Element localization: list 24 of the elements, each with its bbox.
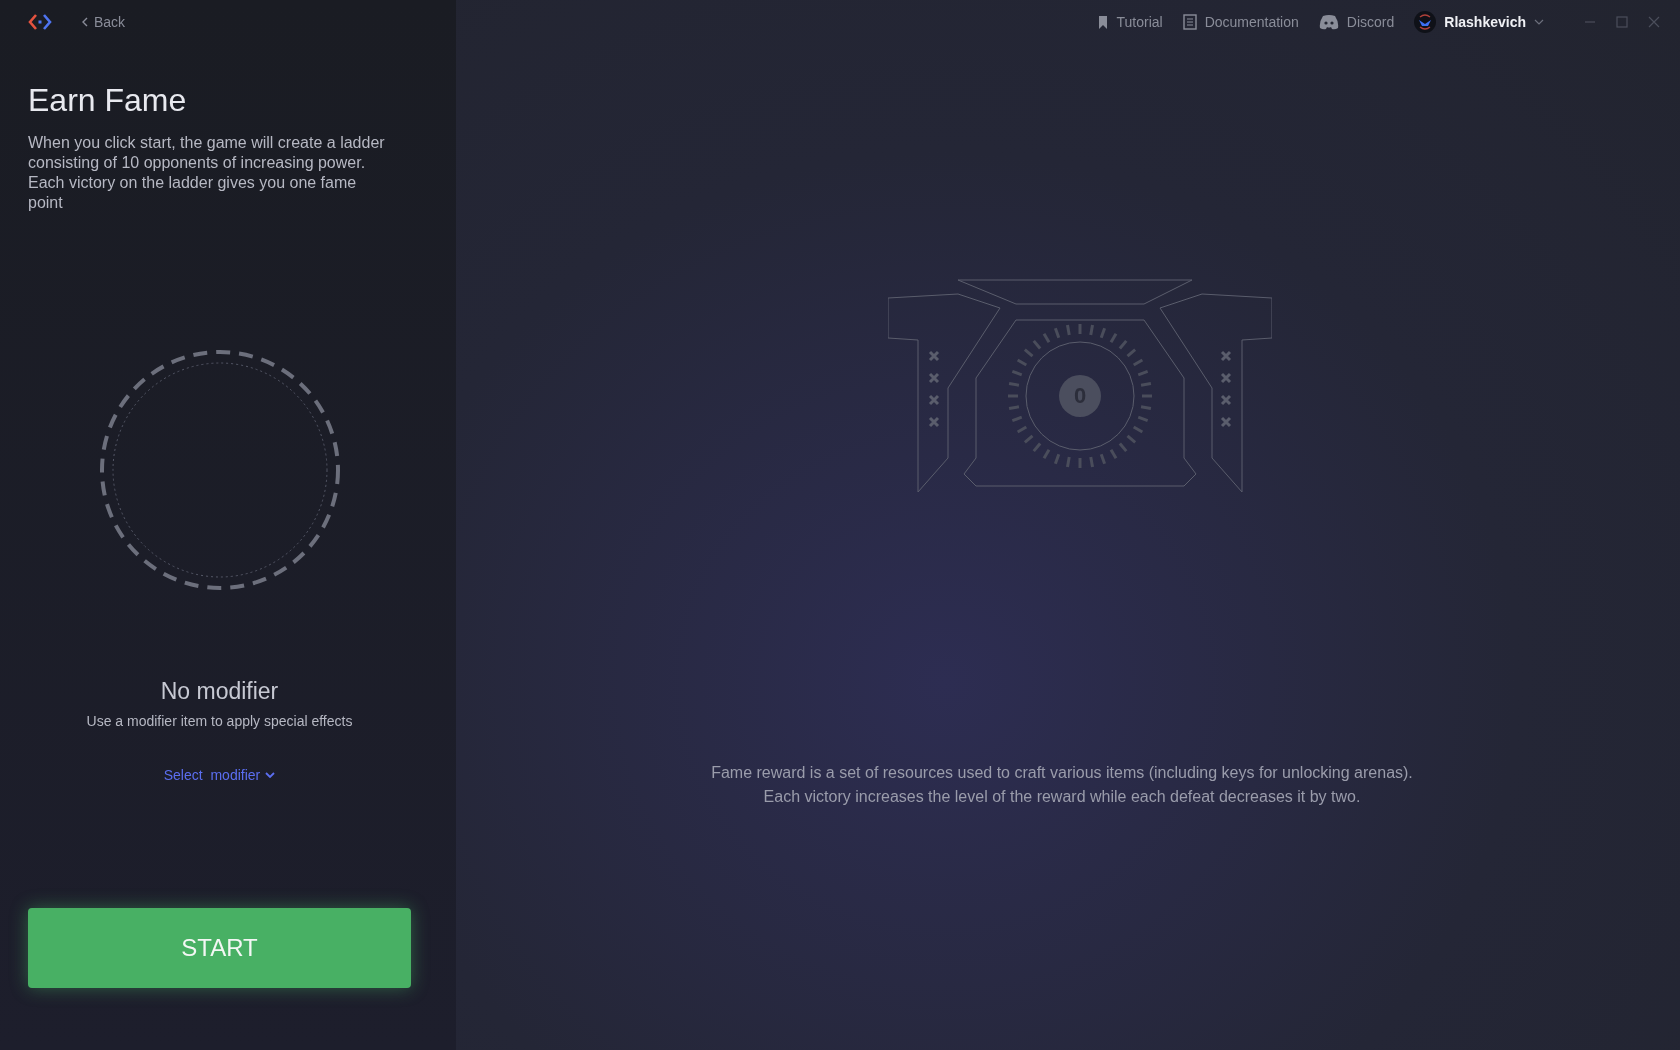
user-menu[interactable]: Rlashkevich bbox=[1414, 11, 1544, 33]
header-link[interactable]: Discord bbox=[1318, 14, 1395, 30]
chevron-down-icon bbox=[265, 772, 276, 778]
select-modifier-dropdown[interactable]: Select modifier bbox=[163, 767, 276, 783]
back-button[interactable]: Back bbox=[82, 14, 126, 30]
avatar-icon bbox=[1414, 11, 1437, 33]
modifier-hint: Use a modifier item to apply special effects bbox=[85, 713, 354, 729]
page-title: Earn Fame bbox=[28, 82, 188, 119]
document-icon bbox=[1182, 14, 1197, 30]
chevron-left-icon bbox=[82, 17, 88, 27]
game-controller-icon bbox=[1318, 14, 1339, 30]
close-icon[interactable] bbox=[1648, 16, 1660, 28]
maximize-icon[interactable] bbox=[1616, 16, 1628, 28]
header-link[interactable]: Tutorial bbox=[1098, 14, 1163, 30]
reward-note-text: Each victory increases the level of the reward while each defeat decreases it by two. bbox=[762, 788, 1362, 806]
header-link[interactable]: Documentation bbox=[1182, 14, 1299, 30]
empty-modifier-slot-drawing[interactable] bbox=[97, 348, 342, 592]
modifier-title: No modifier bbox=[159, 678, 280, 705]
reward-note-text: Fame reward is a set of resources used to craft various items (including keys for unlocking arenas). bbox=[711, 764, 1413, 782]
bookmark-icon bbox=[1098, 15, 1109, 29]
chevron-down-icon bbox=[1534, 19, 1544, 25]
description-text: When you click start, the game will create a ladder consisting of 10 opponents of increasing power. Each victory on the ladder gives you one fame point bbox=[28, 133, 386, 213]
logo-icon[interactable] bbox=[28, 13, 52, 31]
start-button[interactable]: START bbox=[28, 908, 411, 988]
